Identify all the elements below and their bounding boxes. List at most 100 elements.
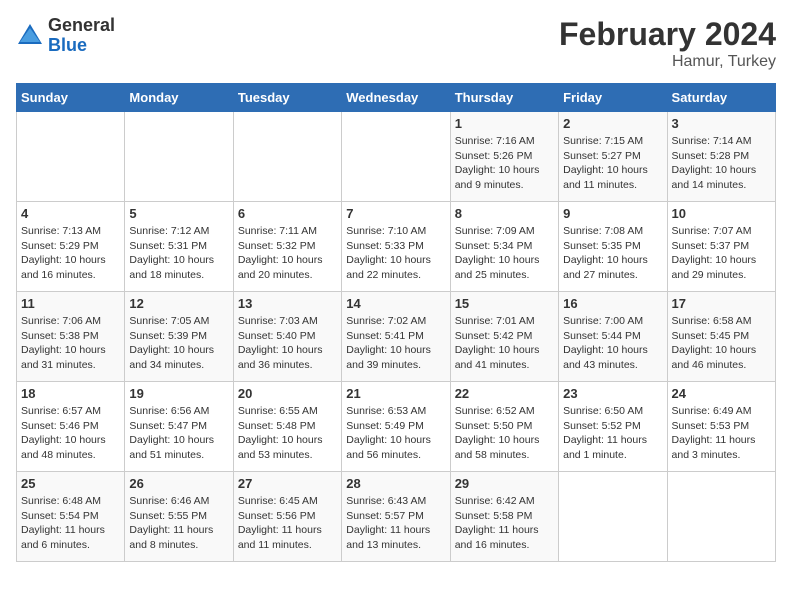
day-number: 9 xyxy=(563,206,662,221)
calendar-cell xyxy=(667,472,775,562)
day-number: 13 xyxy=(238,296,337,311)
title-block: February 2024 Hamur, Turkey xyxy=(559,16,776,71)
day-info: Sunrise: 7:02 AM Sunset: 5:41 PM Dayligh… xyxy=(346,314,445,373)
calendar-cell: 10 Sunrise: 7:07 AM Sunset: 5:37 PM Dayli… xyxy=(667,202,775,292)
day-number: 18 xyxy=(21,386,120,401)
logo-icon xyxy=(16,22,44,50)
day-number: 22 xyxy=(455,386,554,401)
calendar-cell: 21 Sunrise: 6:53 AM Sunset: 5:49 PM Dayli… xyxy=(342,382,450,472)
day-info: Sunrise: 7:07 AM Sunset: 5:37 PM Dayligh… xyxy=(672,224,771,283)
calendar-cell: 22 Sunrise: 6:52 AM Sunset: 5:50 PM Dayli… xyxy=(450,382,558,472)
day-number: 20 xyxy=(238,386,337,401)
calendar-title: February 2024 xyxy=(559,16,776,53)
calendar-cell: 2Sunrise: 7:15 AM Sunset: 5:27 PM Daylig… xyxy=(559,112,667,202)
day-number: 3 xyxy=(672,116,771,131)
logo: General Blue xyxy=(16,16,115,56)
calendar-cell: 28Sunrise: 6:43 AM Sunset: 5:57 PM Dayli… xyxy=(342,472,450,562)
calendar-cell: 23 Sunrise: 6:50 AM Sunset: 5:52 PM Dayli… xyxy=(559,382,667,472)
calendar-cell: 25 Sunrise: 6:48 AM Sunset: 5:54 PM Dayli… xyxy=(17,472,125,562)
calendar-cell: 15 Sunrise: 7:01 AM Sunset: 5:42 PM Dayli… xyxy=(450,292,558,382)
header-row: SundayMondayTuesdayWednesdayThursdayFrid… xyxy=(17,84,776,112)
calendar-cell xyxy=(342,112,450,202)
calendar-table: SundayMondayTuesdayWednesdayThursdayFrid… xyxy=(16,83,776,562)
header-day-thursday: Thursday xyxy=(450,84,558,112)
calendar-cell xyxy=(233,112,341,202)
day-info: Sunrise: 7:01 AM Sunset: 5:42 PM Dayligh… xyxy=(455,314,554,373)
day-info: Sunrise: 7:13 AM Sunset: 5:29 PM Dayligh… xyxy=(21,224,120,283)
day-info: Sunrise: 6:46 AM Sunset: 5:55 PM Dayligh… xyxy=(129,494,228,553)
page-header: General Blue February 2024 Hamur, Turkey xyxy=(16,16,776,71)
day-number: 11 xyxy=(21,296,120,311)
day-info: Sunrise: 6:45 AM Sunset: 5:56 PM Dayligh… xyxy=(238,494,337,553)
day-info: Sunrise: 6:43 AM Sunset: 5:57 PM Dayligh… xyxy=(346,494,445,553)
day-info: Sunrise: 6:50 AM Sunset: 5:52 PM Dayligh… xyxy=(563,404,662,463)
day-info: Sunrise: 7:09 AM Sunset: 5:34 PM Dayligh… xyxy=(455,224,554,283)
day-number: 5 xyxy=(129,206,228,221)
calendar-cell: 17 Sunrise: 6:58 AM Sunset: 5:45 PM Dayli… xyxy=(667,292,775,382)
day-number: 27 xyxy=(238,476,337,491)
header-day-saturday: Saturday xyxy=(667,84,775,112)
calendar-cell xyxy=(559,472,667,562)
day-number: 12 xyxy=(129,296,228,311)
day-number: 8 xyxy=(455,206,554,221)
week-row-5: 25 Sunrise: 6:48 AM Sunset: 5:54 PM Dayli… xyxy=(17,472,776,562)
day-info: Sunrise: 6:55 AM Sunset: 5:48 PM Dayligh… xyxy=(238,404,337,463)
day-number: 24 xyxy=(672,386,771,401)
day-number: 16 xyxy=(563,296,662,311)
calendar-cell xyxy=(17,112,125,202)
day-number: 7 xyxy=(346,206,445,221)
calendar-cell: 20 Sunrise: 6:55 AM Sunset: 5:48 PM Dayli… xyxy=(233,382,341,472)
day-number: 14 xyxy=(346,296,445,311)
day-info: Sunrise: 7:12 AM Sunset: 5:31 PM Dayligh… xyxy=(129,224,228,283)
calendar-cell: 3 Sunrise: 7:14 AM Sunset: 5:28 PM Daylig… xyxy=(667,112,775,202)
calendar-cell: 5 Sunrise: 7:12 AM Sunset: 5:31 PM Daylig… xyxy=(125,202,233,292)
day-info: Sunrise: 6:42 AM Sunset: 5:58 PM Dayligh… xyxy=(455,494,554,553)
day-number: 23 xyxy=(563,386,662,401)
day-number: 10 xyxy=(672,206,771,221)
day-number: 4 xyxy=(21,206,120,221)
day-number: 15 xyxy=(455,296,554,311)
calendar-header: SundayMondayTuesdayWednesdayThursdayFrid… xyxy=(17,84,776,112)
calendar-location: Hamur, Turkey xyxy=(559,53,776,71)
day-number: 6 xyxy=(238,206,337,221)
day-info: Sunrise: 6:58 AM Sunset: 5:45 PM Dayligh… xyxy=(672,314,771,373)
week-row-4: 18 Sunrise: 6:57 AM Sunset: 5:46 PM Dayli… xyxy=(17,382,776,472)
calendar-cell: 6 Sunrise: 7:11 AM Sunset: 5:32 PM Daylig… xyxy=(233,202,341,292)
header-day-friday: Friday xyxy=(559,84,667,112)
calendar-cell: 27 Sunrise: 6:45 AM Sunset: 5:56 PM Dayli… xyxy=(233,472,341,562)
day-info: Sunrise: 7:00 AM Sunset: 5:44 PM Dayligh… xyxy=(563,314,662,373)
week-row-2: 4 Sunrise: 7:13 AM Sunset: 5:29 PM Daylig… xyxy=(17,202,776,292)
day-number: 21 xyxy=(346,386,445,401)
day-info: Sunrise: 7:16 AM Sunset: 5:26 PM Dayligh… xyxy=(455,134,554,193)
header-day-wednesday: Wednesday xyxy=(342,84,450,112)
calendar-cell: 11Sunrise: 7:06 AM Sunset: 5:38 PM Dayli… xyxy=(17,292,125,382)
day-info: Sunrise: 7:08 AM Sunset: 5:35 PM Dayligh… xyxy=(563,224,662,283)
day-info: Sunrise: 6:48 AM Sunset: 5:54 PM Dayligh… xyxy=(21,494,120,553)
day-info: Sunrise: 6:49 AM Sunset: 5:53 PM Dayligh… xyxy=(672,404,771,463)
day-number: 25 xyxy=(21,476,120,491)
calendar-cell: 12 Sunrise: 7:05 AM Sunset: 5:39 PM Dayli… xyxy=(125,292,233,382)
day-info: Sunrise: 7:03 AM Sunset: 5:40 PM Dayligh… xyxy=(238,314,337,373)
day-info: Sunrise: 7:11 AM Sunset: 5:32 PM Dayligh… xyxy=(238,224,337,283)
calendar-cell: 16 Sunrise: 7:00 AM Sunset: 5:44 PM Dayli… xyxy=(559,292,667,382)
day-info: Sunrise: 6:53 AM Sunset: 5:49 PM Dayligh… xyxy=(346,404,445,463)
calendar-cell: 14 Sunrise: 7:02 AM Sunset: 5:41 PM Dayli… xyxy=(342,292,450,382)
calendar-cell: 8 Sunrise: 7:09 AM Sunset: 5:34 PM Daylig… xyxy=(450,202,558,292)
calendar-cell: 18 Sunrise: 6:57 AM Sunset: 5:46 PM Dayli… xyxy=(17,382,125,472)
calendar-cell: 24 Sunrise: 6:49 AM Sunset: 5:53 PM Dayli… xyxy=(667,382,775,472)
day-number: 17 xyxy=(672,296,771,311)
day-info: Sunrise: 6:56 AM Sunset: 5:47 PM Dayligh… xyxy=(129,404,228,463)
day-info: Sunrise: 6:52 AM Sunset: 5:50 PM Dayligh… xyxy=(455,404,554,463)
week-row-3: 11Sunrise: 7:06 AM Sunset: 5:38 PM Dayli… xyxy=(17,292,776,382)
day-info: Sunrise: 6:57 AM Sunset: 5:46 PM Dayligh… xyxy=(21,404,120,463)
day-info: Sunrise: 7:14 AM Sunset: 5:28 PM Dayligh… xyxy=(672,134,771,193)
day-number: 19 xyxy=(129,386,228,401)
calendar-body: 1 Sunrise: 7:16 AM Sunset: 5:26 PM Daylig… xyxy=(17,112,776,562)
calendar-cell: 13 Sunrise: 7:03 AM Sunset: 5:40 PM Dayli… xyxy=(233,292,341,382)
calendar-cell: 4 Sunrise: 7:13 AM Sunset: 5:29 PM Daylig… xyxy=(17,202,125,292)
day-number: 1 xyxy=(455,116,554,131)
day-info: Sunrise: 7:15 AM Sunset: 5:27 PM Dayligh… xyxy=(563,134,662,193)
logo-blue-text: Blue xyxy=(48,36,115,56)
day-info: Sunrise: 7:05 AM Sunset: 5:39 PM Dayligh… xyxy=(129,314,228,373)
logo-general-text: General xyxy=(48,16,115,36)
